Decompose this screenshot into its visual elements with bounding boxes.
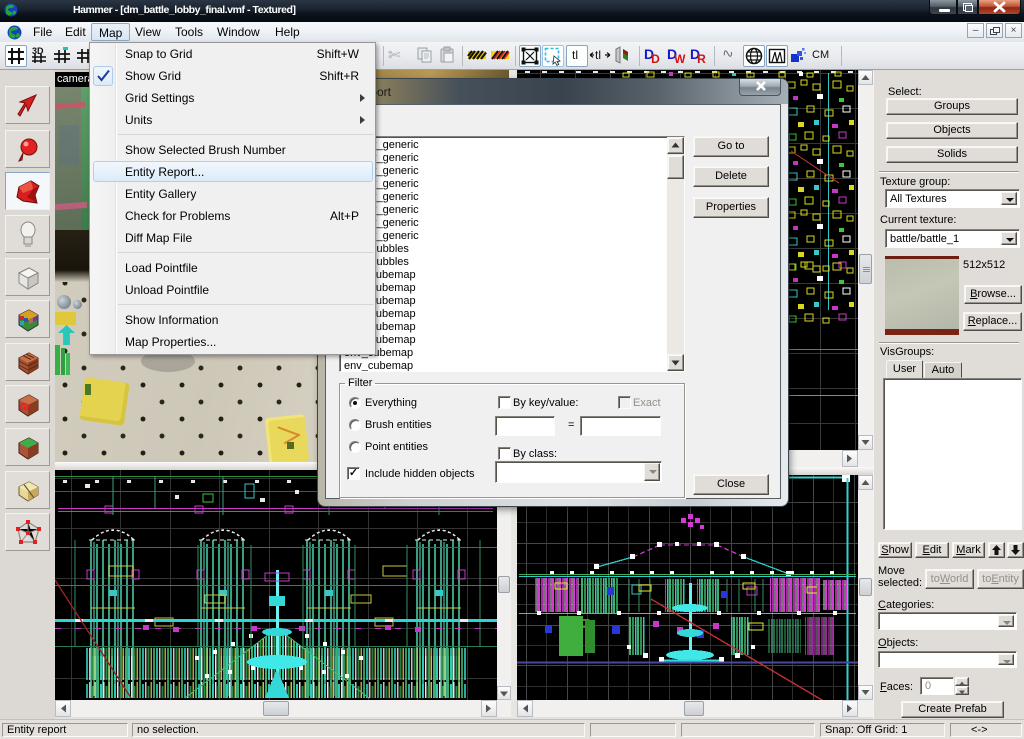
svg-text:3D: 3D bbox=[32, 46, 44, 56]
svg-text:tl: tl bbox=[595, 48, 601, 62]
